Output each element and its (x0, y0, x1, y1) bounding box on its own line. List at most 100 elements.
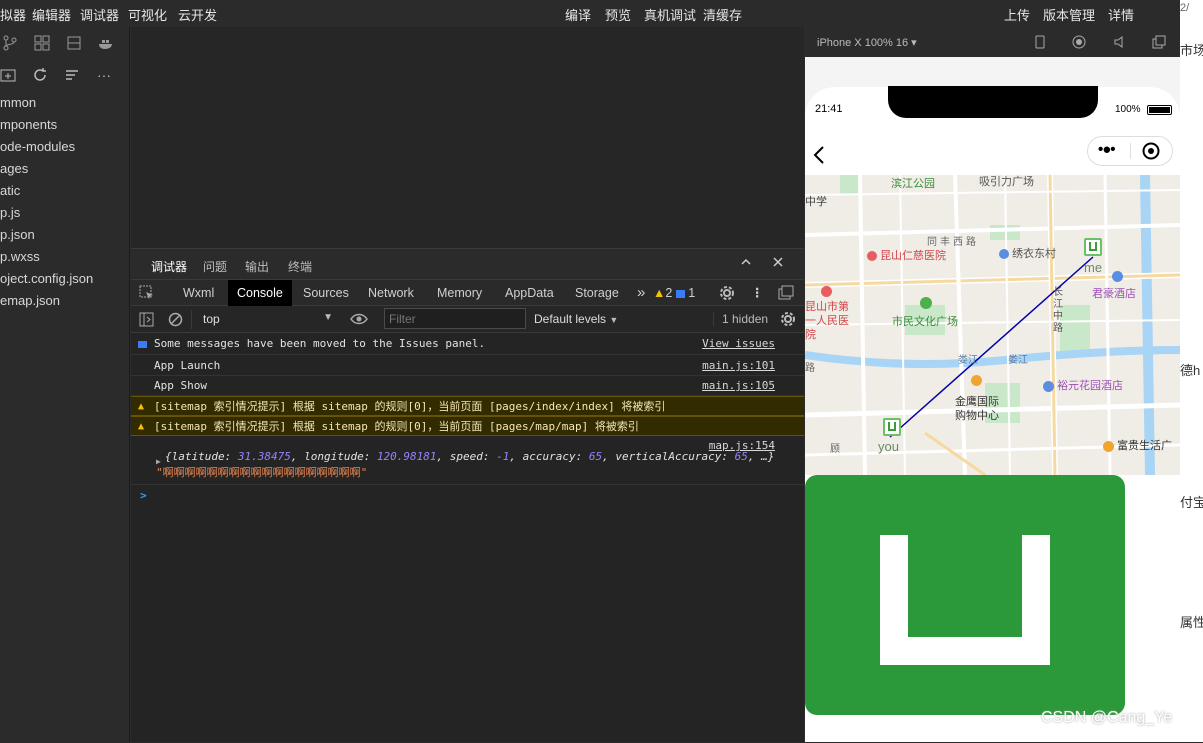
tree-item[interactable]: ages (0, 161, 28, 176)
details-button[interactable]: 详情 (1108, 5, 1134, 24)
undock-icon[interactable] (778, 280, 794, 306)
sidebar-toggle-icon[interactable] (139, 312, 154, 330)
info-icon (675, 289, 685, 298)
menu-cloud[interactable]: 云开发 (178, 5, 217, 24)
map-poi[interactable]: 绣衣东村 (999, 245, 1056, 261)
clear-cache-button[interactable]: 清缓存 (703, 5, 742, 24)
menu-visual[interactable]: 可视化 (128, 5, 167, 24)
notch (888, 86, 1098, 118)
console-row: App Launch main.js:101 (131, 356, 804, 376)
tab-appdata[interactable]: AppData (496, 280, 563, 306)
console-settings-icon[interactable] (780, 311, 796, 330)
map-poi[interactable]: 君豪酒店 (1092, 271, 1136, 301)
close-icon[interactable] (772, 256, 784, 271)
map-poi[interactable]: 裕元花园酒店 (1043, 377, 1123, 393)
marker-you-icon[interactable] (883, 418, 901, 436)
storage-icon[interactable] (66, 35, 82, 51)
gear-icon[interactable] (719, 280, 735, 306)
console-prompt[interactable]: > (140, 489, 147, 502)
tree-item[interactable]: p.json (0, 227, 35, 242)
tab-wxml[interactable]: Wxml (174, 280, 223, 306)
menu-simulator[interactable]: 拟器 (0, 5, 26, 24)
map-poi[interactable]: 昆山市第一人民医院 (805, 286, 857, 342)
collapse-icon[interactable] (64, 67, 80, 83)
more-icon[interactable]: •●• (1098, 141, 1116, 158)
object-preview[interactable]: {latitude: 31.38475, longitude: 120.9818… (165, 449, 774, 465)
tab-console[interactable]: Console (228, 280, 292, 306)
map-view[interactable]: 滨江公园 吸引力广场 中学 同丰西路 昆山仁慈医院 绣衣东村 me 昆山市第一人… (805, 175, 1180, 475)
source-link[interactable]: main.js:101 (702, 356, 775, 376)
editor-area[interactable] (131, 27, 804, 248)
levels-select[interactable]: Default levels ▼ (534, 312, 618, 326)
obj-brace: , …} (747, 450, 775, 463)
tree-item[interactable]: p.wxss (0, 249, 40, 264)
console-row: App Show main.js:105 (131, 376, 804, 396)
tree-item[interactable]: mponents (0, 117, 57, 132)
upload-button[interactable]: 上传 (1004, 5, 1030, 24)
tab-terminal[interactable]: 终端 (288, 258, 312, 275)
tree-item[interactable]: p.js (0, 205, 20, 220)
context-value: top (203, 312, 220, 326)
view-issues-link[interactable]: View issues (702, 333, 775, 355)
more-tabs-icon[interactable]: » (628, 280, 654, 306)
record-icon[interactable] (1072, 35, 1086, 52)
map-label: 顾 (830, 444, 840, 455)
components-icon[interactable] (34, 35, 50, 51)
console-toolbar: top ▼ Default levels ▼ 1 hidden (131, 306, 804, 333)
map-poi[interactable]: 昆山仁慈医院 (867, 247, 946, 263)
marker-label: you (878, 439, 899, 454)
popout-icon[interactable] (1152, 35, 1166, 52)
filter-input[interactable] (384, 308, 526, 329)
eye-icon[interactable] (350, 312, 368, 329)
file-explorer: ··· mmon mponents ode-modules ages atic … (0, 27, 130, 742)
source-link[interactable]: main.js:105 (702, 376, 775, 396)
phone-icon[interactable] (1035, 35, 1045, 52)
kebab-icon[interactable]: ⋮ (751, 280, 764, 306)
marker-me-icon[interactable] (1084, 238, 1102, 256)
more-icon[interactable]: ··· (96, 67, 112, 83)
volume-icon[interactable] (1113, 35, 1127, 52)
map-poi[interactable]: 市民文化广场 (892, 297, 958, 329)
menu-debugger[interactable]: 调试器 (80, 5, 119, 24)
inspect-icon[interactable] (135, 280, 159, 306)
tab-debugger[interactable]: 调试器 (151, 258, 188, 281)
tab-storage[interactable]: Storage (566, 280, 628, 306)
issues-icon (138, 341, 147, 348)
context-select[interactable]: top ▼ (191, 310, 333, 329)
refresh-icon[interactable] (32, 67, 48, 83)
poi-label: 裕元花园酒店 (1057, 380, 1124, 392)
menu-editor[interactable]: 编辑器 (32, 5, 71, 24)
obj-brace: { (165, 450, 172, 463)
obj-value: 65 (588, 450, 603, 463)
tab-issues[interactable]: 问题 (203, 258, 227, 275)
tab-output[interactable]: 输出 (245, 258, 269, 275)
warning-counter[interactable]: ▲2 1 (653, 280, 695, 306)
close-miniprogram-icon[interactable] (1142, 142, 1160, 163)
chevron-up-icon[interactable] (740, 256, 752, 271)
compile-button[interactable]: 编译 (565, 5, 591, 24)
tree-item[interactable]: oject.config.json (0, 271, 93, 286)
tree-item[interactable]: mmon (0, 95, 36, 110)
device-select[interactable]: iPhone X 100% 16 ▾ (817, 36, 917, 49)
map-poi[interactable]: 富贵生活广 (1103, 437, 1172, 453)
back-icon[interactable] (813, 145, 825, 168)
new-folder-icon[interactable] (0, 67, 16, 83)
tree-item[interactable]: ode-modules (0, 139, 75, 154)
right-strip: 2/ 市场 德h 付宝 属性 (1180, 0, 1203, 742)
corner-text: 2/ (1180, 2, 1190, 14)
obj-value: 31.38475 (237, 450, 291, 463)
version-button[interactable]: 版本管理 (1043, 5, 1095, 24)
branch-icon[interactable] (2, 35, 18, 51)
poi-label: 昆山仁慈医院 (880, 250, 947, 262)
tree-item[interactable]: atic (0, 183, 20, 198)
tree-item[interactable]: emap.json (0, 293, 60, 308)
tab-network[interactable]: Network (359, 280, 423, 306)
tab-sources[interactable]: Sources (294, 280, 358, 306)
tab-memory[interactable]: Memory (428, 280, 491, 306)
warning-count: 2 (665, 286, 673, 300)
preview-button[interactable]: 预览 (605, 5, 631, 24)
clear-console-icon[interactable] (168, 312, 183, 330)
docker-icon[interactable] (98, 35, 114, 51)
capsule-menu: •●• (1087, 136, 1173, 166)
remote-debug-button[interactable]: 真机调试 (644, 5, 696, 24)
